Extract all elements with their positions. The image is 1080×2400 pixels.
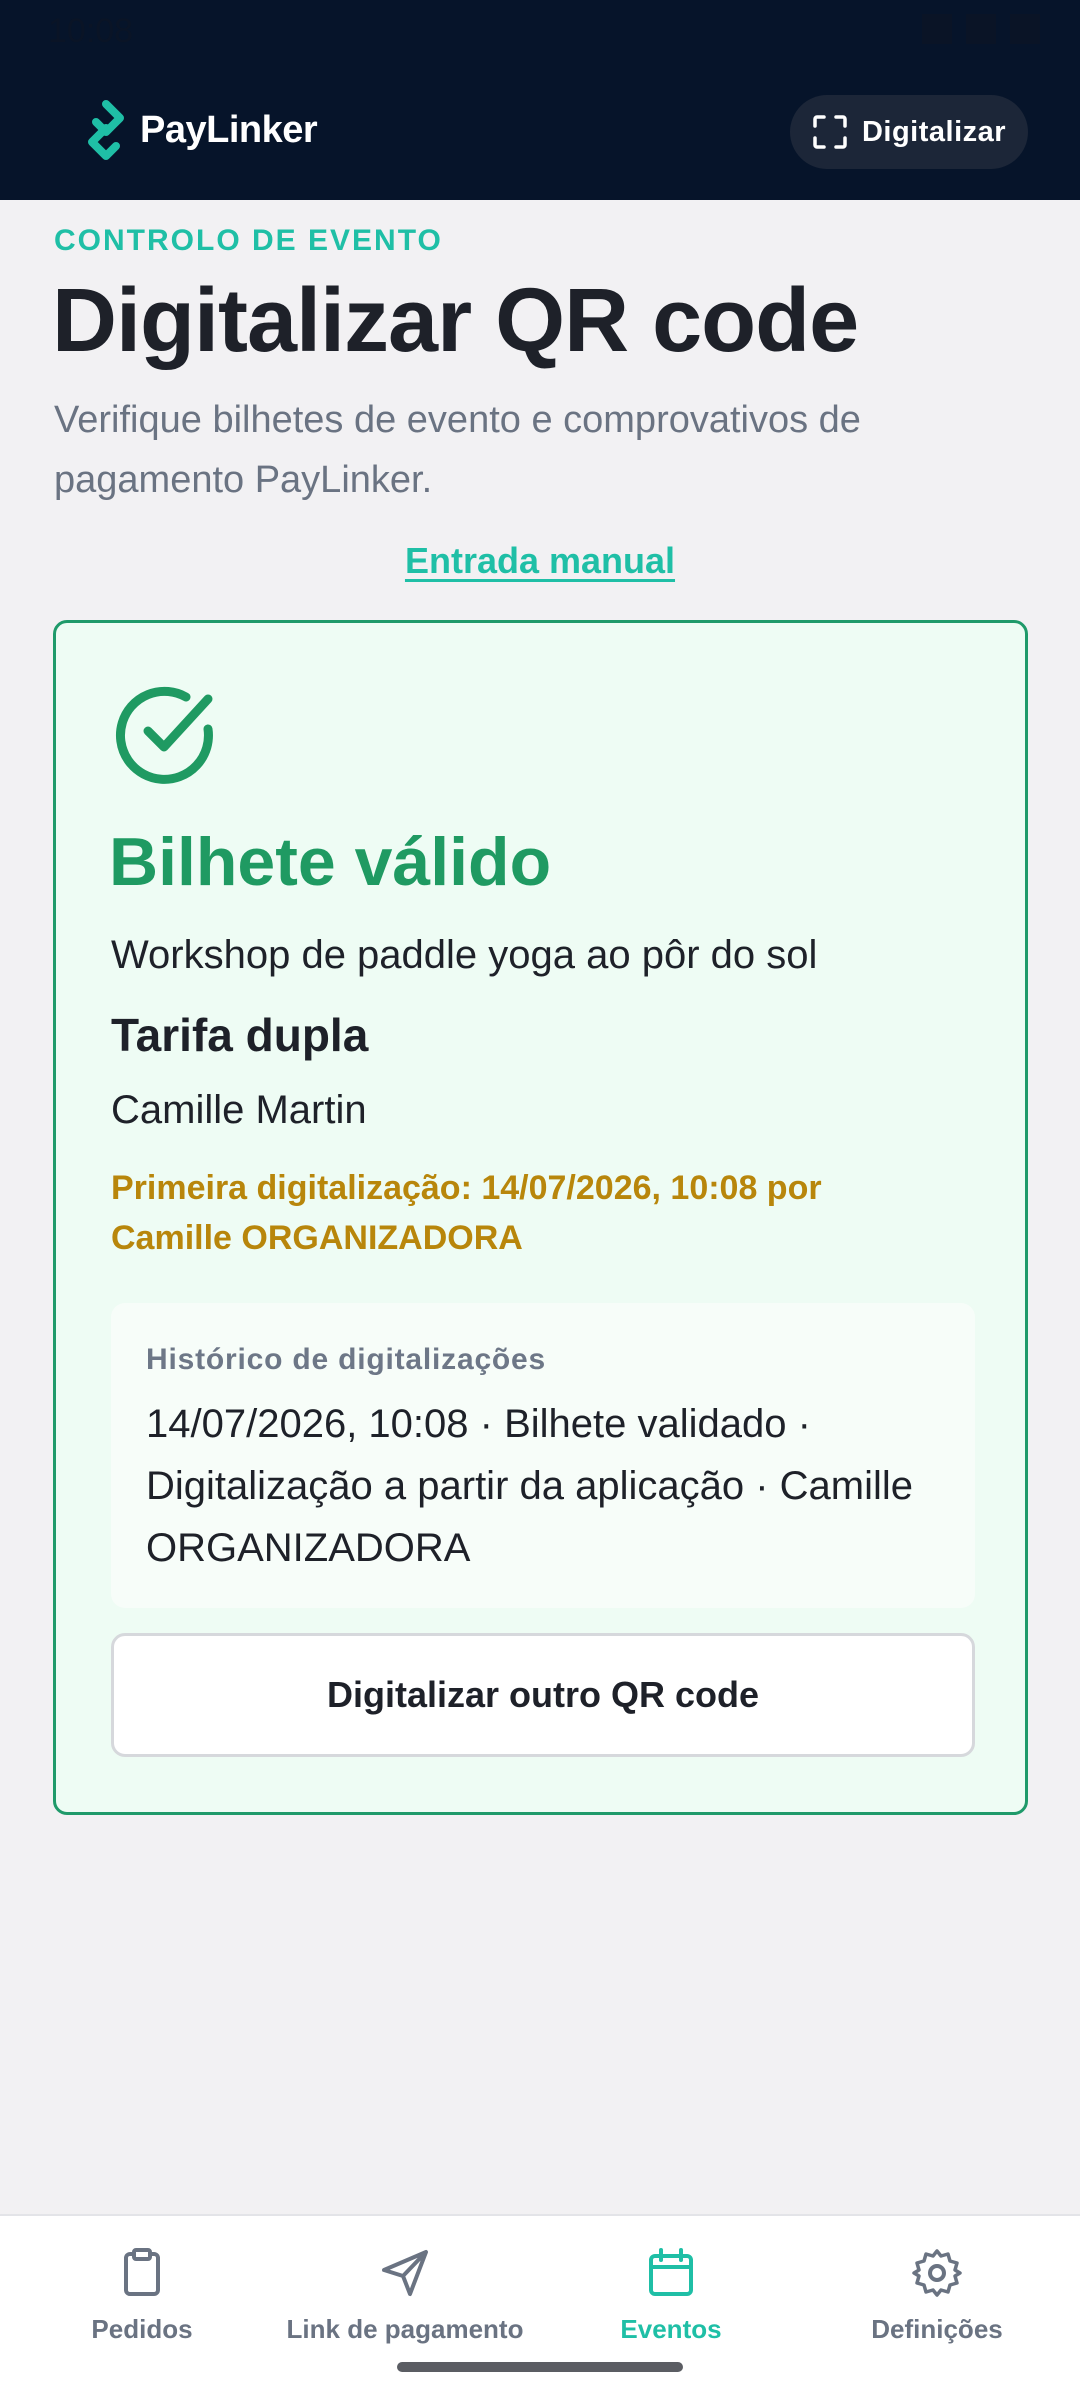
scan-history-entry: 14/07/2026, 10:08 · Bilhete validado · D… <box>146 1402 914 1570</box>
app-bar: 10:08 PayLinker Digitalizar <box>0 0 1080 200</box>
send-icon <box>382 2250 428 2296</box>
page-subtitle: Verifique bilhetes de evento e comprovat… <box>54 399 861 501</box>
status-bar: 10:08 <box>0 0 1080 64</box>
nav-item-link-pagamento[interactable]: Link de pagamento <box>270 2246 540 2345</box>
brand-logo: PayLinker <box>82 100 318 160</box>
brand-name: PayLinker <box>140 108 318 151</box>
ticket-status-title: Bilhete válido <box>109 824 552 900</box>
ticket-fare: Tarifa dupla <box>111 1009 369 1061</box>
scan-button[interactable]: Digitalizar <box>790 95 1028 169</box>
manual-entry-link[interactable]: Entrada manual <box>0 540 1080 582</box>
bottom-navigation: Pedidos Link de pagamento Eventos Defini… <box>0 2214 1080 2400</box>
event-name: Workshop de paddle yoga ao pôr do sol <box>111 933 818 977</box>
scan-another-button[interactable]: Digitalizar outro QR code <box>111 1633 975 1757</box>
signal-icon <box>966 14 996 44</box>
nav-label-link-pagamento: Link de pagamento <box>286 2314 524 2344</box>
gear-icon <box>912 2249 962 2297</box>
status-time: 10:08 <box>48 12 134 50</box>
scan-history: Histórico de digitalizações 14/07/2026, … <box>111 1303 975 1608</box>
status-icons <box>922 14 1040 44</box>
wifi-icon <box>922 14 952 44</box>
section-eyebrow: CONTROLO DE EVENTO <box>54 224 443 257</box>
nav-item-eventos[interactable]: Eventos <box>536 2246 806 2345</box>
scan-button-label: Digitalizar <box>861 115 1007 148</box>
first-scan-notice: Primeira digitalização: 14/07/2026, 10:0… <box>111 1169 822 1257</box>
home-indicator <box>397 2362 683 2372</box>
ticket-holder: Camille Martin <box>111 1088 367 1132</box>
paylinker-logo-icon <box>88 100 124 160</box>
nav-label-eventos: Eventos <box>620 2314 722 2344</box>
page-title: Digitalizar QR code <box>52 271 859 371</box>
nav-item-pedidos[interactable]: Pedidos <box>7 2246 277 2345</box>
nav-item-definicoes[interactable]: Definições <box>802 2246 1072 2345</box>
check-circle-icon <box>116 686 213 784</box>
nav-label-definicoes: Definições <box>871 2314 1003 2344</box>
scan-history-label: Histórico de digitalizações <box>146 1343 547 1376</box>
nav-label-pedidos: Pedidos <box>91 2314 193 2344</box>
calendar-icon <box>649 2248 693 2296</box>
clipboard-icon <box>124 2248 160 2296</box>
battery-icon <box>1010 14 1040 44</box>
scan-frame-icon <box>813 115 847 149</box>
ticket-result-card: Bilhete válido Workshop de paddle yoga a… <box>53 620 1028 1815</box>
